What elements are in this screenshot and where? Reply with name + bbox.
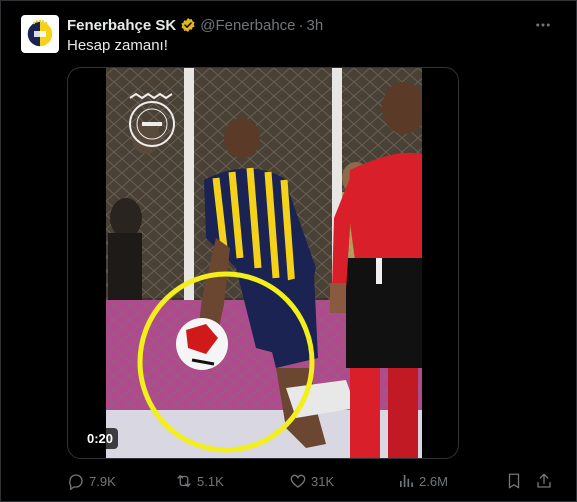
video-duration: 0:20 (82, 428, 119, 449)
reply-count: 7.9K (89, 473, 116, 489)
more-icon[interactable] (533, 15, 553, 35)
author-handle[interactable]: @Fenerbahce (200, 17, 295, 34)
bookmark-icon[interactable] (505, 471, 523, 491)
post-card[interactable]: Fenerbahçe SK @Fenerbahce · 3h Hesap zam… (0, 0, 577, 502)
post-text: Hesap zamanı! (67, 37, 168, 54)
video-frame (106, 68, 422, 458)
like-icon (289, 472, 307, 490)
reply-icon (67, 472, 85, 490)
views-button[interactable]: 2.6M (397, 471, 448, 491)
like-button[interactable]: 31K (289, 471, 334, 491)
avatar[interactable] (21, 15, 59, 53)
share-icon[interactable] (535, 471, 553, 491)
post-time[interactable]: 3h (307, 17, 324, 34)
reply-button[interactable]: 7.9K (67, 471, 116, 491)
video-player[interactable]: 0:20 (67, 67, 459, 459)
author-name[interactable]: Fenerbahçe SK (67, 17, 176, 34)
post-header: Fenerbahçe SK @Fenerbahce · 3h (67, 15, 323, 35)
fenerbahce-logo-icon (26, 19, 54, 48)
like-count: 31K (311, 473, 335, 489)
verified-badge-icon (180, 17, 196, 33)
separator-dot: · (298, 16, 304, 34)
views-count: 2.6M (419, 473, 448, 489)
views-icon (397, 472, 415, 490)
action-bar: 7.9K 5.1K 31K 2.6M (67, 471, 553, 491)
repost-count: 5.1K (197, 473, 224, 489)
repost-button[interactable]: 5.1K (175, 471, 224, 491)
repost-icon (175, 472, 193, 490)
video-thumbnail (106, 68, 422, 458)
